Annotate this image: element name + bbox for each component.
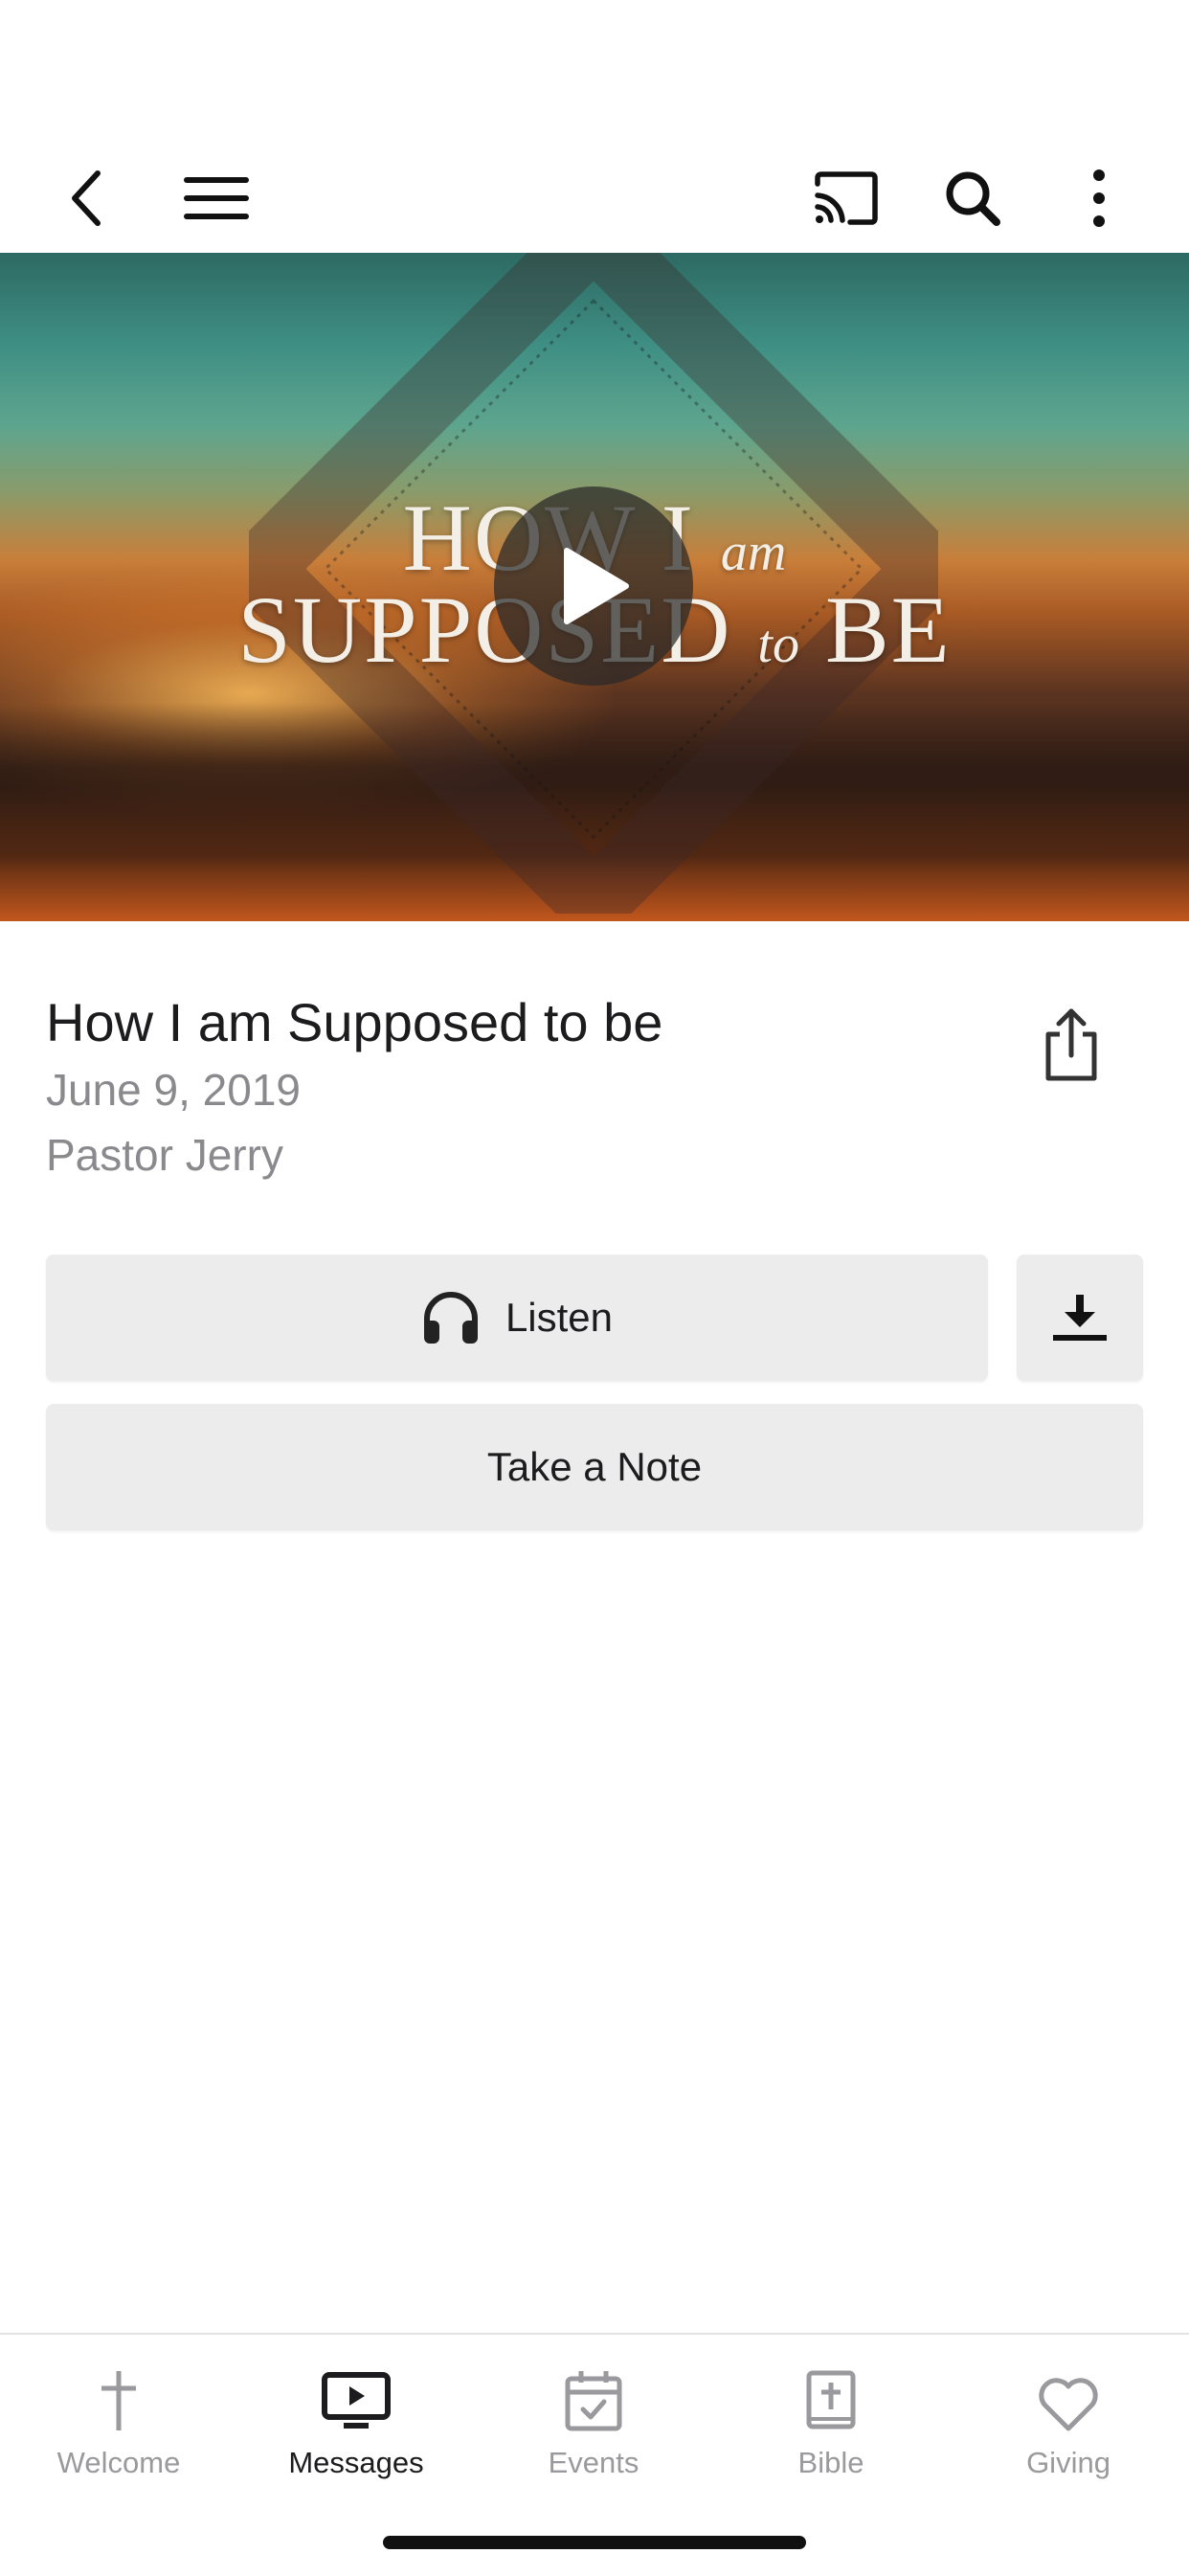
share-button[interactable]	[1034, 1000, 1109, 1088]
tab-bible[interactable]: Bible	[712, 2358, 950, 2501]
back-button[interactable]	[40, 144, 132, 253]
search-button[interactable]	[927, 144, 1019, 253]
menu-button[interactable]	[170, 144, 262, 253]
tab-events-label: Events	[548, 2446, 639, 2479]
home-indicator[interactable]	[383, 2536, 806, 2549]
search-icon	[946, 171, 1000, 226]
share-icon	[1045, 1008, 1097, 1081]
message-title: How I am Supposed to be	[46, 992, 663, 1052]
chevron-left-icon	[72, 170, 101, 226]
calendar-check-icon	[564, 2358, 623, 2432]
take-a-note-button[interactable]: Take a Note	[46, 1404, 1143, 1530]
tab-messages[interactable]: Messages	[237, 2358, 475, 2501]
tab-giving-label: Giving	[1026, 2446, 1110, 2479]
hamburger-menu-icon	[184, 177, 249, 219]
heart-icon	[1037, 2358, 1100, 2432]
download-icon	[1053, 1295, 1107, 1341]
cross-icon	[98, 2358, 140, 2432]
play-button[interactable]	[494, 486, 693, 686]
tab-bible-label: Bible	[797, 2446, 864, 2479]
video-thumbnail[interactable]: HOW I am SUPPOSED to BE	[0, 253, 1189, 921]
tv-play-icon	[321, 2358, 392, 2432]
listen-label: Listen	[505, 1295, 614, 1340]
download-button[interactable]	[1017, 1254, 1143, 1381]
more-options-button[interactable]	[1053, 144, 1145, 253]
take-a-note-label: Take a Note	[486, 1444, 703, 1489]
tab-events[interactable]: Events	[475, 2358, 712, 2501]
tab-welcome-label: Welcome	[56, 2446, 181, 2479]
headphones-icon	[421, 1290, 481, 1345]
play-icon	[564, 548, 629, 624]
message-speaker: Pastor Jerry	[46, 1130, 283, 1180]
message-date: June 9, 2019	[46, 1065, 302, 1115]
tab-welcome[interactable]: Welcome	[0, 2358, 237, 2501]
tab-messages-label: Messages	[288, 2446, 424, 2479]
cast-icon	[815, 171, 878, 225]
bible-icon	[805, 2358, 857, 2432]
more-vertical-icon	[1093, 169, 1105, 227]
listen-button[interactable]: Listen	[46, 1254, 988, 1381]
cast-button[interactable]	[800, 144, 892, 253]
tab-giving[interactable]: Giving	[950, 2358, 1187, 2501]
top-toolbar	[0, 144, 1189, 253]
